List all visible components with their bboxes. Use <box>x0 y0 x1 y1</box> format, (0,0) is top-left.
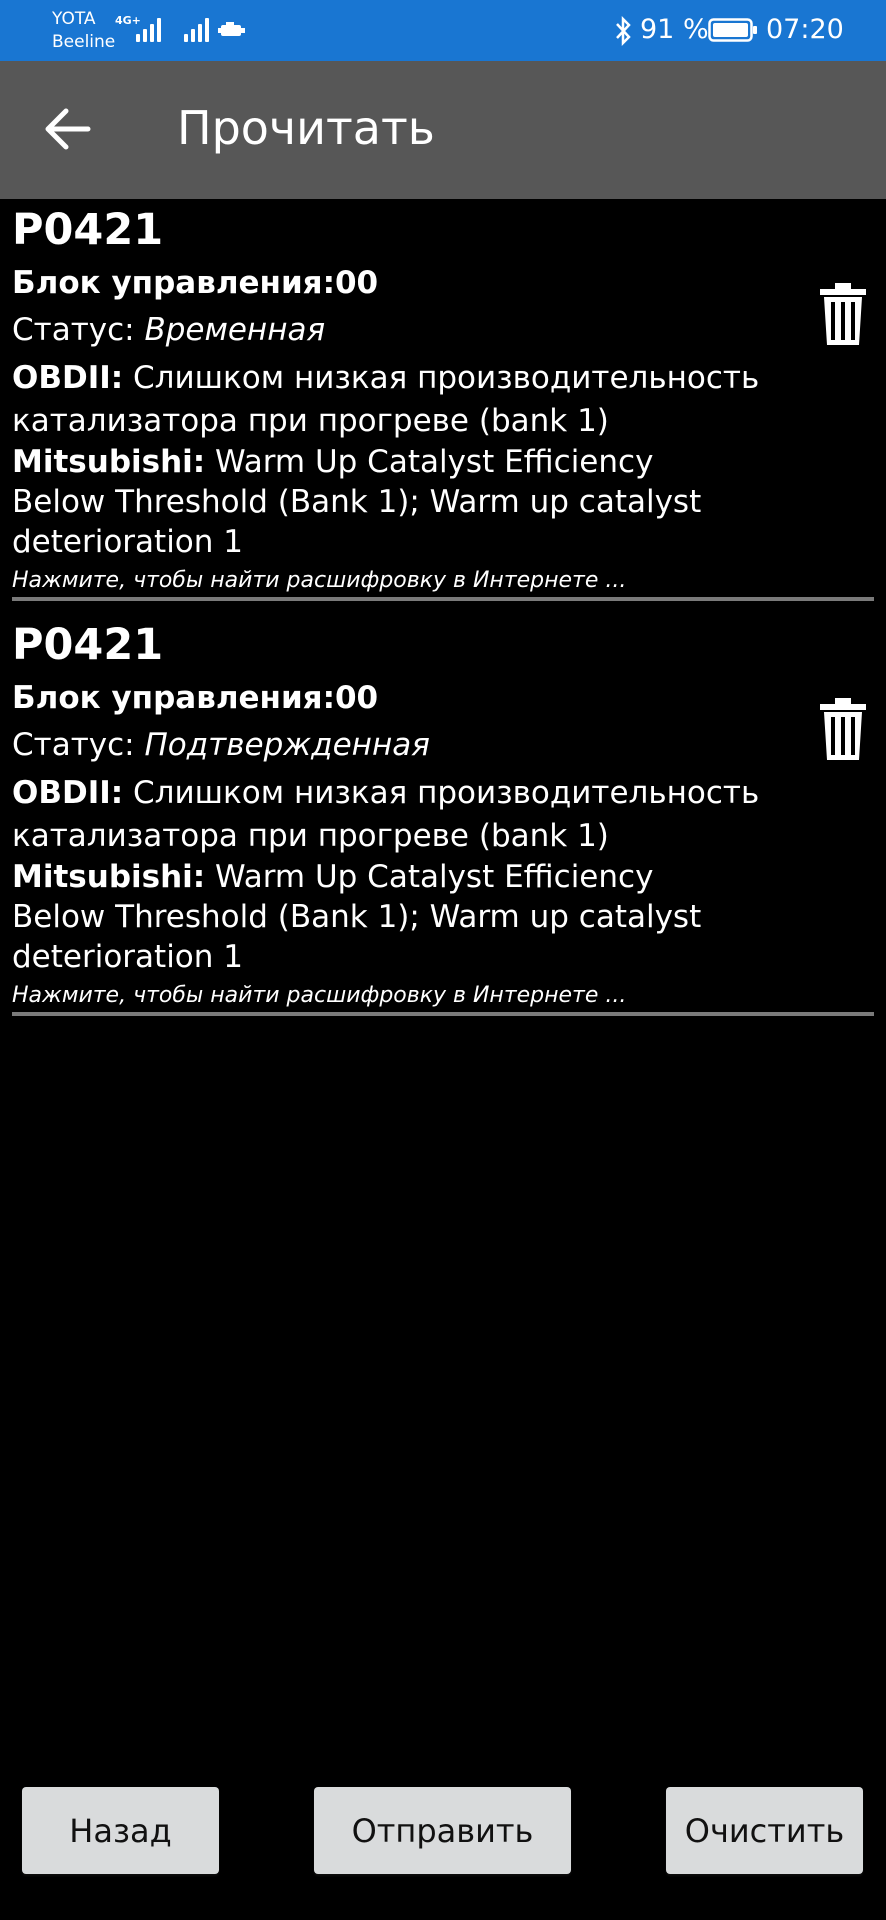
delete-trash-icon[interactable] <box>818 698 868 762</box>
dtc-status: Статус: Временная <box>12 312 325 348</box>
send-button[interactable]: Отправить <box>314 1787 571 1874</box>
dtc-manufacturer-description: Mitsubishi: Warm Up Catalyst Efficiency … <box>12 857 701 977</box>
divider <box>12 597 874 601</box>
status-bar: YOTA Beeline 4G+ 91 % 07:20 <box>0 0 886 61</box>
search-online-hint[interactable]: Нажмите, чтобы найти расшифровку в Интер… <box>12 983 626 1008</box>
obd-text-line-2: катализатора при прогреве (bank 1) <box>12 818 609 854</box>
page-title: Прочитать <box>177 101 435 155</box>
dtc-status-label: Статус: <box>12 312 145 348</box>
search-online-hint[interactable]: Нажмите, чтобы найти расшифровку в Интер… <box>12 568 626 593</box>
app-bar: Прочитать <box>0 61 886 199</box>
dtc-status-value: Подтвержденная <box>144 727 430 763</box>
carrier-1: YOTA <box>52 9 96 29</box>
dtc-status-value: Временная <box>144 312 326 348</box>
manufacturer-label: Mitsubishi: <box>12 859 206 895</box>
obd-label: OBDII: <box>12 775 124 811</box>
dtc-control-unit: Блок управления:00 <box>12 680 379 716</box>
dtc-status: Статус: Подтвержденная <box>12 727 430 763</box>
screen: YOTA Beeline 4G+ 91 % 07:20 Прочитать P0… <box>0 0 886 1920</box>
manufacturer-text-line-1: Warm Up Catalyst Efficiency <box>205 859 654 895</box>
carrier-names: YOTA Beeline <box>52 8 115 54</box>
obd-text-line-1: Слишком низкая производительность <box>123 360 760 396</box>
bluetooth-icon <box>616 16 631 46</box>
dtc-status-label: Статус: <box>12 727 145 763</box>
obd-text-line-2: катализатора при прогреве (bank 1) <box>12 403 609 439</box>
clock: 07:20 <box>766 14 844 45</box>
carrier-2: Beeline <box>52 32 116 52</box>
dtc-entry[interactable]: P0421 Блок управления:00 Статус: Подтвер… <box>0 620 886 1016</box>
obd-text-line-1: Слишком низкая производительность <box>123 775 760 811</box>
dtc-entry[interactable]: P0421 Блок управления:00 Статус: Временн… <box>0 205 886 601</box>
delete-trash-icon[interactable] <box>818 283 868 347</box>
signal-icon-2 <box>184 14 209 42</box>
battery-icon <box>708 18 757 42</box>
manufacturer-text-line-3: deterioration 1 <box>12 524 244 560</box>
signal-icon <box>136 14 161 42</box>
divider <box>12 1012 874 1016</box>
clear-button[interactable]: Очистить <box>666 1787 863 1874</box>
back-arrow-icon[interactable] <box>40 101 96 157</box>
dtc-code: P0421 <box>12 620 164 670</box>
obd-label: OBDII: <box>12 360 124 396</box>
manufacturer-label: Mitsubishi: <box>12 444 206 480</box>
back-button[interactable]: Назад <box>22 1787 219 1874</box>
dtc-obd-description: OBDII: Слишком низкая производительность… <box>12 357 759 443</box>
manufacturer-text-line-2: Below Threshold (Bank 1); Warm up cataly… <box>12 484 702 520</box>
dtc-manufacturer-description: Mitsubishi: Warm Up Catalyst Efficiency … <box>12 442 701 562</box>
manufacturer-text-line-1: Warm Up Catalyst Efficiency <box>205 444 654 480</box>
obd-car-icon <box>218 22 245 36</box>
dtc-control-unit: Блок управления:00 <box>12 265 379 301</box>
dtc-code: P0421 <box>12 205 164 255</box>
battery-percent: 91 % <box>640 14 709 45</box>
dtc-obd-description: OBDII: Слишком низкая производительность… <box>12 772 759 858</box>
manufacturer-text-line-2: Below Threshold (Bank 1); Warm up cataly… <box>12 899 702 935</box>
manufacturer-text-line-3: deterioration 1 <box>12 939 244 975</box>
